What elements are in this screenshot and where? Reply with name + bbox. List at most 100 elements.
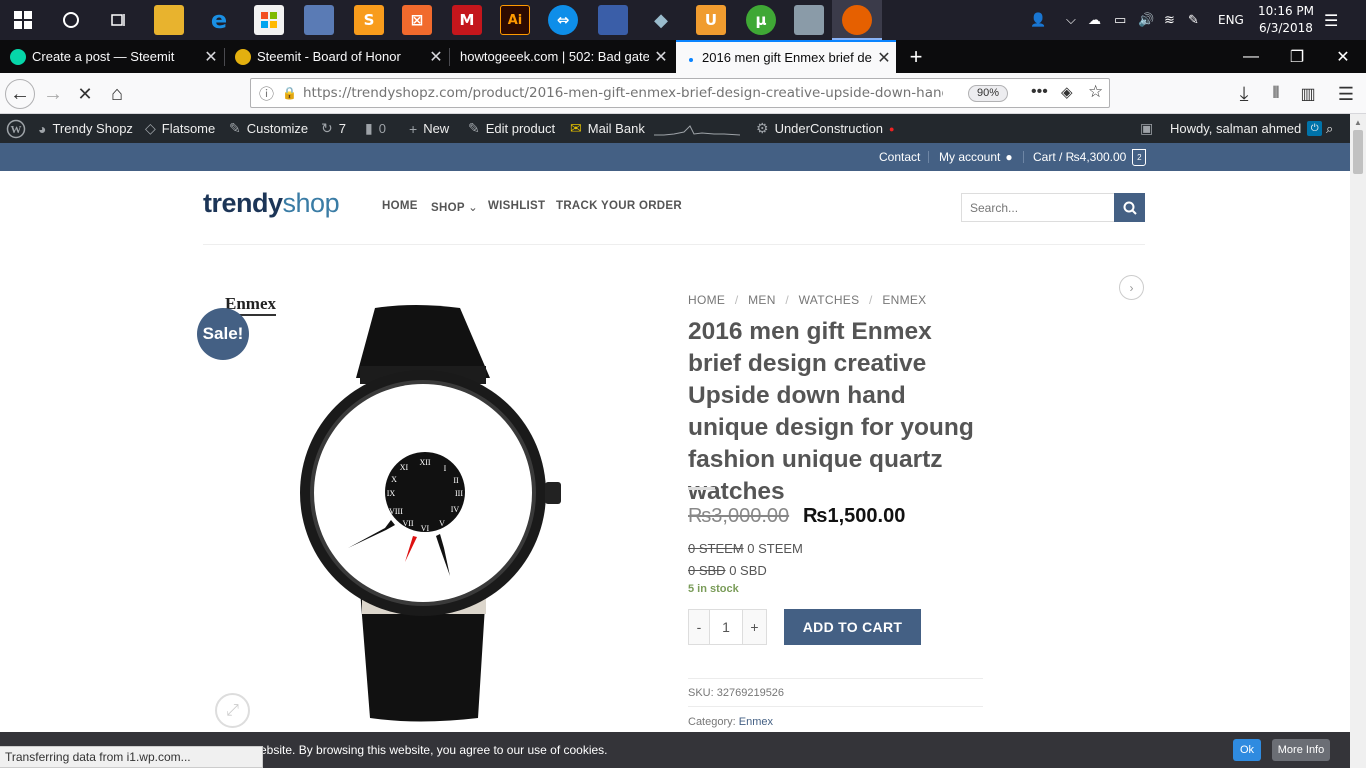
- tab-steemit-create-post[interactable]: Create a post — Steemit ✕: [0, 40, 223, 73]
- wp-site-label: Trendy Shopz: [52, 121, 133, 136]
- url-text[interactable]: https://trendyshopz.com/product/2016-men…: [303, 85, 943, 101]
- tab-steemit-board[interactable]: Steemit - Board of Honor ✕: [225, 40, 448, 73]
- search-input[interactable]: Search...: [961, 193, 1115, 222]
- cortana-icon[interactable]: [56, 5, 86, 35]
- wordpress-logo-icon[interactable]: W: [6, 114, 26, 143]
- close-icon[interactable]: ✕: [424, 47, 448, 67]
- site-logo[interactable]: trendyshop: [203, 188, 340, 219]
- quantity-minus-button[interactable]: -: [688, 609, 710, 645]
- downloads-icon[interactable]: ⤓: [1229, 79, 1259, 109]
- wp-notification[interactable]: ▣: [1140, 114, 1159, 143]
- virtualbox-icon[interactable]: [794, 5, 824, 35]
- edge-icon[interactable]: e: [204, 5, 234, 35]
- forward-button[interactable]: →: [38, 79, 68, 109]
- store-icon[interactable]: [254, 5, 284, 35]
- wp-new[interactable]: + New: [409, 114, 449, 143]
- action-center-icon[interactable]: ☰: [1324, 0, 1338, 40]
- steem-old: 0 STEEM: [688, 541, 744, 556]
- breadcrumb-men[interactable]: MEN: [748, 293, 776, 307]
- tab-trendyshop-product[interactable]: 2016 men gift Enmex brief design ✕: [676, 40, 896, 73]
- back-button[interactable]: ←: [5, 79, 35, 109]
- xampp-icon[interactable]: ⊠: [402, 5, 432, 35]
- bookmark-star-icon[interactable]: ☆: [1088, 82, 1103, 102]
- cart-link[interactable]: Cart / ₨4,300.00 2: [1033, 143, 1147, 171]
- wp-search-icon[interactable]: ⌕: [1326, 114, 1333, 143]
- utorrent-icon[interactable]: μ: [746, 5, 776, 35]
- library-icon[interactable]: ⫴: [1261, 79, 1291, 109]
- wp-flatsome[interactable]: ◇ Flatsome: [145, 114, 215, 143]
- breadcrumb-watches[interactable]: WATCHES: [799, 293, 860, 307]
- search-button[interactable]: [1114, 193, 1145, 222]
- wp-howdy[interactable]: Howdy, salman ahmed ⏻: [1170, 114, 1323, 143]
- language-indicator[interactable]: ENG: [1218, 0, 1244, 40]
- category-link[interactable]: Enmex: [739, 716, 773, 728]
- clock[interactable]: 10:16 PM 6/3/2018: [1258, 3, 1314, 37]
- product-image-watch[interactable]: XII I II III IV V VI VII VIII IX X XI: [290, 300, 580, 725]
- zoom-indicator[interactable]: 90%: [968, 85, 1009, 102]
- volume-icon[interactable]: 🔊: [1138, 0, 1154, 40]
- tab-title: Create a post — Steemit: [32, 49, 175, 64]
- close-icon[interactable]: ✕: [199, 47, 223, 67]
- close-icon[interactable]: ✕: [649, 47, 673, 67]
- teamviewer-icon[interactable]: ⇔: [548, 5, 578, 35]
- nav-home[interactable]: HOME: [382, 200, 418, 212]
- wp-customize[interactable]: ✎ Customize: [229, 114, 308, 143]
- close-icon[interactable]: ✕: [872, 48, 896, 68]
- windows-start-icon[interactable]: [8, 5, 38, 35]
- window-close-button[interactable]: ✕: [1320, 40, 1366, 73]
- wp-comments[interactable]: ▮ 0: [365, 114, 386, 143]
- nav-wishlist[interactable]: WISHLIST: [488, 200, 545, 212]
- quantity-plus-button[interactable]: +: [742, 609, 767, 645]
- wp-mail-bank[interactable]: ✉ Mail Bank: [570, 114, 645, 143]
- remote-desktop-icon[interactable]: [598, 5, 628, 35]
- pocket-icon[interactable]: ◈: [1061, 83, 1073, 101]
- menu-icon[interactable]: ☰: [1331, 79, 1361, 109]
- wp-edit-product[interactable]: ✎ Edit product: [468, 114, 555, 143]
- breadcrumb-home[interactable]: HOME: [688, 293, 725, 307]
- onedrive-icon[interactable]: ☁: [1088, 0, 1101, 40]
- wp-site-name[interactable]: ◕ Trendy Shopz: [38, 114, 133, 143]
- home-icon[interactable]: ⌂: [102, 79, 132, 109]
- firefox-icon[interactable]: [842, 5, 872, 35]
- info-icon[interactable]: ⓘ: [259, 83, 274, 104]
- wp-updates[interactable]: ↻ 7: [321, 114, 346, 143]
- next-product-button[interactable]: ›: [1119, 275, 1144, 300]
- wifi-icon[interactable]: ≋: [1164, 0, 1175, 40]
- breadcrumb-enmex[interactable]: ENMEX: [882, 293, 926, 307]
- network-app-icon[interactable]: [304, 5, 334, 35]
- filmora-icon[interactable]: ◆: [646, 5, 676, 35]
- people-icon[interactable]: 👤: [1030, 0, 1046, 40]
- mendeley-icon[interactable]: M: [452, 5, 482, 35]
- nav-track-order[interactable]: TRACK YOUR ORDER: [556, 200, 682, 212]
- uc-browser-icon[interactable]: U: [696, 5, 726, 35]
- zoom-image-button[interactable]: ⤢: [215, 693, 250, 728]
- quantity-input[interactable]: 1: [709, 609, 743, 645]
- page-actions-icon[interactable]: •••: [1031, 83, 1048, 101]
- nav-shop[interactable]: SHOP ⌄: [431, 200, 478, 214]
- cookie-ok-button[interactable]: Ok: [1233, 739, 1261, 761]
- cookie-more-info-button[interactable]: More Info: [1272, 739, 1330, 761]
- battery-icon[interactable]: ▭: [1114, 0, 1126, 40]
- svg-text:VI: VI: [421, 524, 430, 533]
- wp-stats-sparkline[interactable]: [654, 114, 740, 143]
- scroll-up-icon[interactable]: ▲: [1354, 118, 1362, 127]
- minimize-button[interactable]: —: [1228, 40, 1274, 73]
- url-bar[interactable]: ⓘ 🔒 https://trendyshopz.com/product/2016…: [250, 78, 1110, 108]
- new-tab-button[interactable]: +: [904, 40, 928, 73]
- scroll-thumb[interactable]: [1353, 130, 1363, 174]
- illustrator-icon[interactable]: Ai: [500, 5, 530, 35]
- sidebar-icon[interactable]: ▥: [1293, 79, 1323, 109]
- chevron-up-icon[interactable]: ⌵: [1066, 0, 1076, 40]
- file-explorer-icon[interactable]: [154, 5, 184, 35]
- tab-howtogeek[interactable]: howtogeeek.com | 502: Bad gateway ✕: [450, 40, 673, 73]
- scrollbar[interactable]: ▲: [1350, 114, 1366, 768]
- wp-under-construction[interactable]: ⚙ UnderConstruction ●: [756, 114, 894, 143]
- pen-icon[interactable]: ✎: [1188, 0, 1199, 40]
- stop-button[interactable]: ✕: [70, 79, 100, 109]
- my-account-link[interactable]: My account ●: [939, 143, 1013, 171]
- restore-button[interactable]: ❐: [1274, 40, 1320, 73]
- add-to-cart-button[interactable]: ADD TO CART: [784, 609, 921, 645]
- contact-link[interactable]: Contact: [879, 143, 920, 171]
- task-view-icon[interactable]: [104, 5, 134, 35]
- sublime-icon[interactable]: S: [354, 5, 384, 35]
